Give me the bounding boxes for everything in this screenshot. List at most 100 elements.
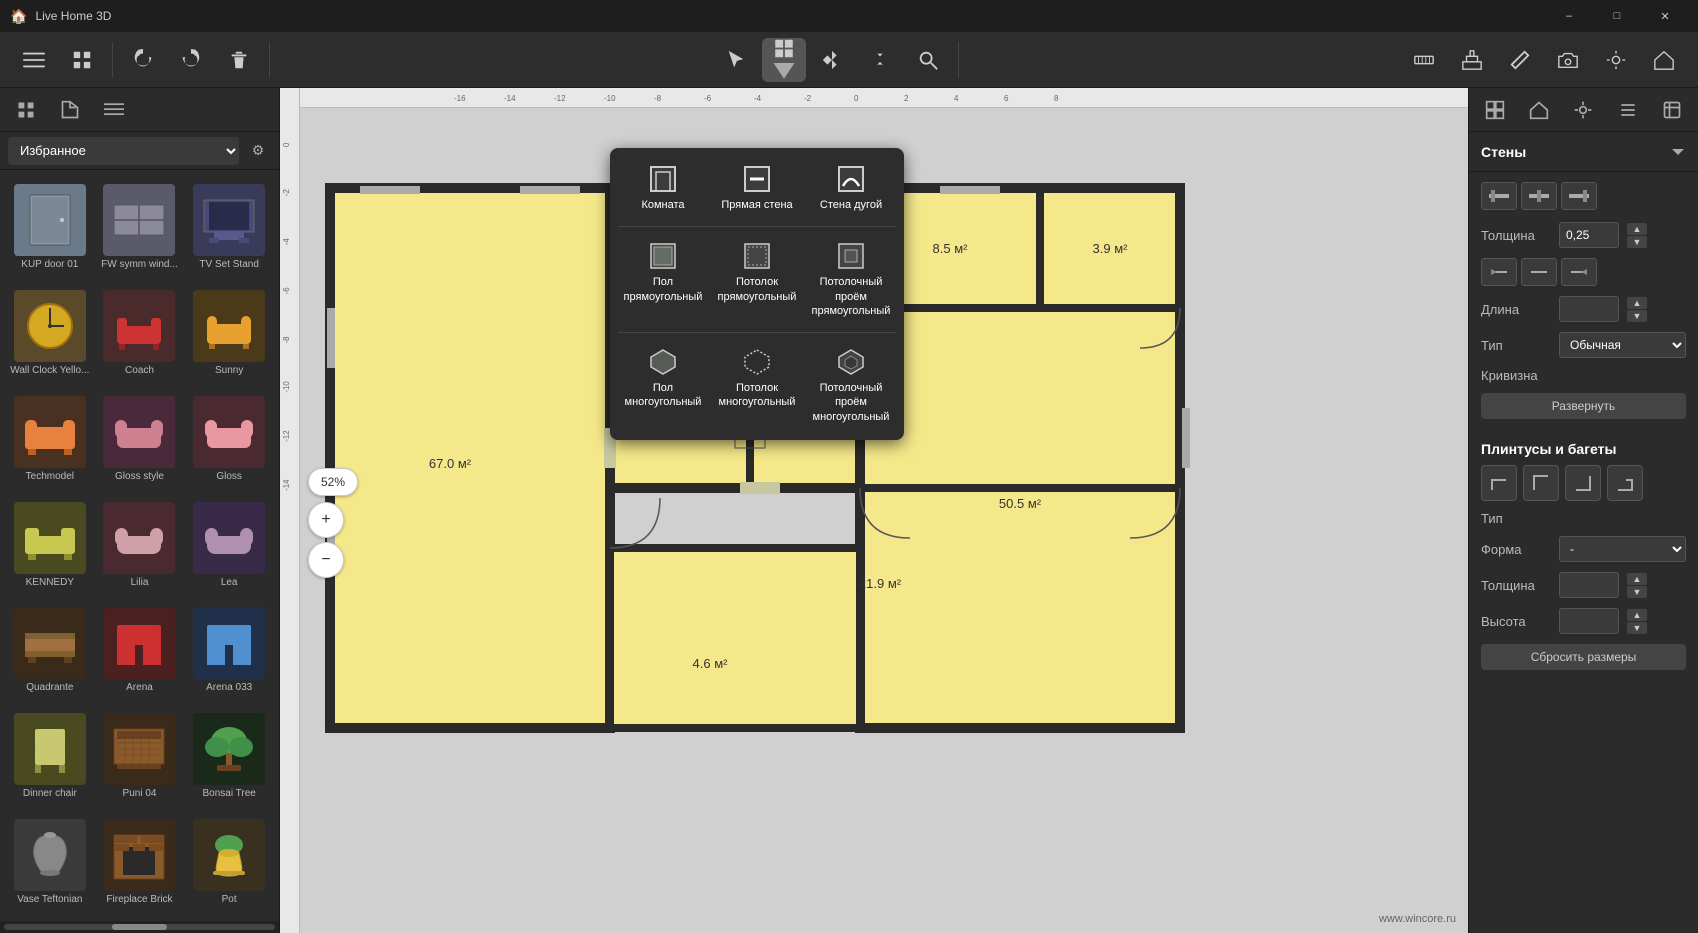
pan-btn[interactable] bbox=[858, 38, 902, 82]
list-item[interactable]: Coach bbox=[98, 284, 182, 384]
reset-sizes-btn[interactable]: Сбросить размеры bbox=[1481, 644, 1686, 670]
align-btn-3[interactable] bbox=[1561, 182, 1597, 210]
list-item[interactable]: Bonsai Tree bbox=[187, 707, 271, 807]
baseboard-thickness-increment[interactable]: ▲ bbox=[1627, 573, 1647, 585]
maximize-btn[interactable]: □ bbox=[1594, 0, 1640, 32]
category-select[interactable]: Избранное bbox=[8, 137, 239, 165]
baseboard-thickness-decrement[interactable]: ▼ bbox=[1627, 586, 1647, 598]
zoom-out-btn[interactable]: − bbox=[308, 542, 344, 578]
structure-btn[interactable] bbox=[1450, 38, 1494, 82]
item-thumb bbox=[103, 290, 175, 362]
length-increment[interactable]: ▲ bbox=[1627, 297, 1647, 309]
panel-expand-icon[interactable] bbox=[1670, 144, 1686, 160]
svg-text:-2: -2 bbox=[282, 189, 291, 196]
baseboard-thickness-input[interactable] bbox=[1559, 572, 1619, 598]
right-panel-content: Толщина ▲ ▼ Дл bbox=[1469, 172, 1698, 933]
ruler-btn[interactable] bbox=[1402, 38, 1446, 82]
thickness-input[interactable] bbox=[1559, 222, 1619, 248]
popup-ceil-hole-poly[interactable]: Потолочный проём многоугольный bbox=[806, 339, 896, 432]
list-item[interactable]: KENNEDY bbox=[8, 496, 92, 596]
align-btn-2[interactable] bbox=[1521, 182, 1557, 210]
right-icon-3[interactable] bbox=[1565, 92, 1601, 128]
list-item[interactable]: Pot bbox=[187, 813, 271, 913]
list-item[interactable]: FW symm wind... bbox=[98, 178, 182, 278]
length-decrement[interactable]: ▼ bbox=[1627, 310, 1647, 322]
right-icon-1[interactable] bbox=[1477, 92, 1513, 128]
list-item[interactable]: Quadrante bbox=[8, 601, 92, 701]
left-library-btn[interactable] bbox=[8, 92, 44, 128]
popup-ceil-poly[interactable]: Потолок многоугольный bbox=[712, 339, 802, 432]
wall-dir-btn-2[interactable] bbox=[1521, 258, 1557, 286]
popup-arc-wall[interactable]: Стена дугой bbox=[806, 156, 896, 220]
right-icon-4[interactable] bbox=[1610, 92, 1646, 128]
left-list-btn[interactable] bbox=[96, 92, 132, 128]
baseboard-height-input[interactable] bbox=[1559, 608, 1619, 634]
menu-btn[interactable] bbox=[12, 38, 56, 82]
length-input[interactable] bbox=[1559, 296, 1619, 322]
item-label: Vase Teftonian bbox=[17, 894, 82, 906]
list-item[interactable]: Fireplace Brick bbox=[98, 813, 182, 913]
type-select[interactable]: Обычная bbox=[1559, 332, 1686, 358]
search-zoom-btn[interactable] bbox=[906, 38, 950, 82]
baseboard-shape-select[interactable]: - bbox=[1559, 536, 1686, 562]
align-btn-1[interactable] bbox=[1481, 182, 1517, 210]
popup-straight-wall[interactable]: Прямая стена bbox=[712, 156, 802, 220]
list-item[interactable]: Vase Teftonian bbox=[8, 813, 92, 913]
canvas-area[interactable]: -16 -14 -12 -10 -8 -6 -4 -2 0 2 4 6 8 0 … bbox=[280, 88, 1468, 933]
baseboard-type-3[interactable] bbox=[1565, 465, 1601, 501]
list-item[interactable]: Techmodel bbox=[8, 390, 92, 490]
list-item[interactable]: Sunny bbox=[187, 284, 271, 384]
list-item[interactable]: Dinner chair bbox=[8, 707, 92, 807]
wall-dir-btn-1[interactable] bbox=[1481, 258, 1517, 286]
list-item[interactable]: KUP door 01 bbox=[8, 178, 92, 278]
build-btn[interactable] bbox=[762, 38, 806, 82]
svg-text:0: 0 bbox=[282, 142, 291, 147]
baseboard-type-4[interactable] bbox=[1607, 465, 1643, 501]
popup-ceil-rect[interactable]: Потолок прямоугольный bbox=[712, 233, 802, 326]
popup-room[interactable]: Комната bbox=[618, 156, 708, 220]
settings-gear-btn[interactable]: ⚙ bbox=[245, 138, 271, 164]
right-icon-5[interactable] bbox=[1654, 92, 1690, 128]
list-item[interactable]: Arena bbox=[98, 601, 182, 701]
thickness-decrement[interactable]: ▼ bbox=[1627, 236, 1647, 248]
item-thumb bbox=[103, 713, 175, 785]
minimize-btn[interactable]: – bbox=[1546, 0, 1592, 32]
list-item[interactable]: Gloss bbox=[187, 390, 271, 490]
list-item[interactable]: Gloss style bbox=[98, 390, 182, 490]
layout: Избранное ⚙ KUP door 01 FW symm wind... bbox=[0, 88, 1698, 933]
cursor-btn[interactable] bbox=[714, 38, 758, 82]
zoom-in-btn[interactable]: + bbox=[308, 502, 344, 538]
toolbar-sep-2 bbox=[269, 42, 270, 78]
left-edit-btn[interactable] bbox=[52, 92, 88, 128]
redo-btn[interactable] bbox=[169, 38, 213, 82]
popup-floor-poly[interactable]: Пол многоугольный bbox=[618, 339, 708, 432]
baseboard-type-1[interactable] bbox=[1481, 465, 1517, 501]
pencil-btn[interactable] bbox=[1498, 38, 1542, 82]
right-icon-2[interactable] bbox=[1521, 92, 1557, 128]
right-top-icons bbox=[1469, 88, 1698, 132]
popup-floor-rect[interactable]: Пол прямоугольный bbox=[618, 233, 708, 326]
list-item[interactable]: Puni 04 bbox=[98, 707, 182, 807]
library-btn[interactable] bbox=[60, 38, 104, 82]
list-item[interactable]: Arena 033 bbox=[187, 601, 271, 701]
trash-btn[interactable] bbox=[217, 38, 261, 82]
baseboard-height-decrement[interactable]: ▼ bbox=[1627, 622, 1647, 634]
list-item[interactable]: Lea bbox=[187, 496, 271, 596]
wall-dir-btn-3[interactable] bbox=[1561, 258, 1597, 286]
home3d-btn[interactable] bbox=[1642, 38, 1686, 82]
left-panel-scrollbar[interactable] bbox=[0, 921, 279, 933]
thickness-increment[interactable]: ▲ bbox=[1627, 223, 1647, 235]
list-item[interactable]: Lilia bbox=[98, 496, 182, 596]
expand-btn[interactable]: Развернуть bbox=[1481, 393, 1686, 419]
camera-btn[interactable] bbox=[1546, 38, 1590, 82]
close-btn[interactable]: ✕ bbox=[1642, 0, 1688, 32]
ruler-top: -16 -14 -12 -10 -8 -6 -4 -2 0 2 4 6 8 bbox=[280, 88, 1468, 108]
undo-btn[interactable] bbox=[121, 38, 165, 82]
list-item[interactable]: Wall Clock Yello... bbox=[8, 284, 92, 384]
measure-btn[interactable] bbox=[810, 38, 854, 82]
sun-btn[interactable] bbox=[1594, 38, 1638, 82]
baseboard-type-2[interactable] bbox=[1523, 465, 1559, 501]
list-item[interactable]: TV Set Stand bbox=[187, 178, 271, 278]
popup-ceil-hole-rect[interactable]: Потолочный проём прямоугольный bbox=[806, 233, 896, 326]
baseboard-height-increment[interactable]: ▲ bbox=[1627, 609, 1647, 621]
